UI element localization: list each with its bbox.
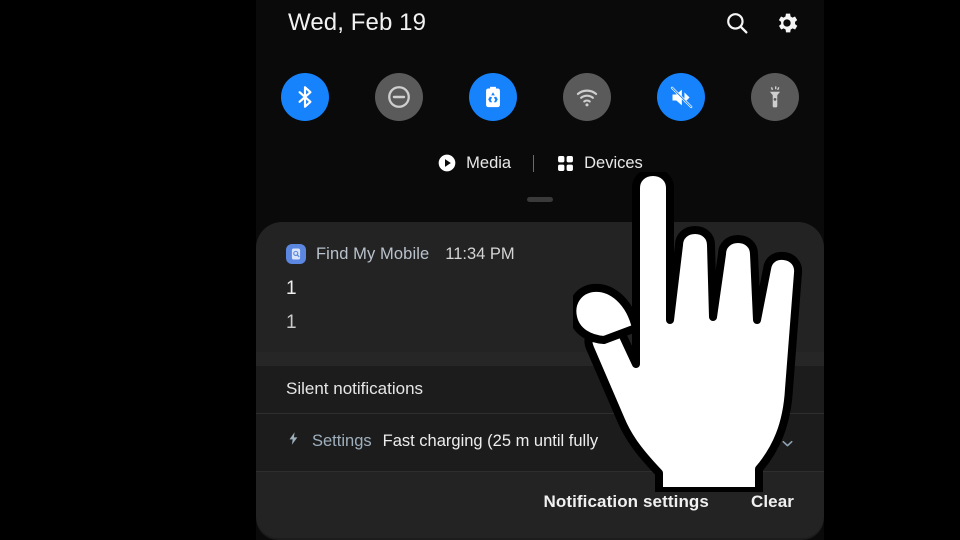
quick-toggle-row	[256, 73, 824, 121]
volume-mute-icon	[668, 84, 695, 111]
notification-find-my-mobile[interactable]: Find My Mobile 11:34 PM 1 1	[256, 222, 824, 352]
power-saving-toggle[interactable]	[469, 73, 517, 121]
header-icon-group	[724, 10, 800, 36]
notification-app-name: Find My Mobile	[316, 244, 430, 263]
find-my-mobile-app-icon	[286, 244, 306, 264]
action-button-group: Notification settings Clear	[543, 492, 794, 512]
date-label: Wed, Feb 19	[288, 9, 427, 36]
media-button[interactable]: Media	[437, 153, 511, 173]
screenshot-root: Wed, Feb 19 Media Devices Find My Mobile…	[0, 0, 960, 540]
notification-title: 1	[286, 278, 297, 299]
panel-header: Wed, Feb 19	[256, 0, 824, 52]
notification-settings-button[interactable]: Notification settings	[543, 492, 709, 512]
media-devices-divider	[533, 154, 535, 172]
notification-time: 11:34 PM	[445, 244, 515, 263]
media-devices-row: Media Devices	[256, 148, 824, 178]
notification-action-bar: Notification settings Clear	[256, 472, 824, 538]
bluetooth-toggle[interactable]	[281, 73, 329, 121]
grid-squares-icon	[556, 154, 575, 173]
silent-notifications-label: Silent notifications	[286, 379, 424, 398]
media-label: Media	[466, 153, 512, 172]
notification-fast-charging[interactable]: Settings Fast charging (25 m until fully	[256, 414, 824, 471]
clear-button[interactable]: Clear	[751, 492, 794, 512]
lightning-bolt-icon	[286, 431, 301, 451]
notification-header: Find My Mobile 11:34 PM	[286, 244, 515, 264]
battery-recycle-icon	[480, 84, 506, 110]
notification-body: 1	[286, 312, 297, 333]
wifi-toggle[interactable]	[563, 73, 611, 121]
panel-drag-handle[interactable]	[527, 197, 553, 202]
mute-toggle[interactable]	[657, 73, 705, 121]
do-not-disturb-toggle[interactable]	[375, 73, 423, 121]
notification-row-app-name: Settings	[312, 431, 372, 450]
devices-button[interactable]: Devices	[556, 154, 643, 173]
devices-label: Devices	[584, 153, 643, 172]
play-circle-icon	[437, 153, 457, 173]
search-icon[interactable]	[724, 10, 750, 36]
gear-icon[interactable]	[774, 10, 800, 36]
flashlight-toggle[interactable]	[751, 73, 799, 121]
notification-row-content: Settings Fast charging (25 m until fully	[286, 431, 598, 451]
notification-stack: Find My Mobile 11:34 PM 1 1 Silent notif…	[256, 222, 824, 540]
notification-row-text: Fast charging (25 m until fully	[382, 431, 599, 450]
quick-settings-panel: Wed, Feb 19 Media Devices Find My Mobile…	[256, 0, 824, 540]
bluetooth-icon	[292, 84, 318, 110]
flashlight-icon	[762, 84, 788, 110]
silent-notifications-header: Silent notifications	[256, 366, 824, 413]
notification-group-separator	[256, 352, 824, 366]
wifi-icon	[574, 84, 600, 110]
chevron-down-icon[interactable]	[779, 435, 796, 452]
do-not-disturb-icon	[386, 84, 412, 110]
